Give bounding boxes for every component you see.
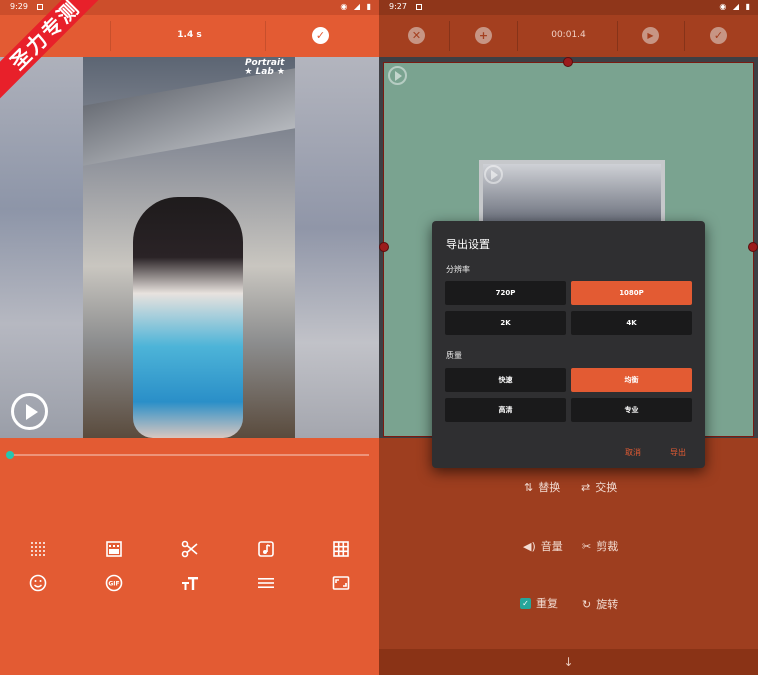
blurred-background-left <box>0 57 83 438</box>
repeat-label: 重复 <box>536 597 558 610</box>
svg-text:GIF: GIF <box>108 581 119 588</box>
clip-controls: ⇅ 替换 ⇄ 交换 ◀) 音量 ✂ 剪裁 ✓ 重复 ↻ 旋转 <box>379 438 758 649</box>
resolution-4k[interactable]: 4K <box>571 311 692 335</box>
music-note-icon[interactable] <box>256 539 276 559</box>
quality-label: 质量 <box>446 351 462 360</box>
confirm-check-icon[interactable]: ✓ <box>312 27 329 44</box>
gradient-icon[interactable] <box>104 539 124 559</box>
tools-area: GIF <box>0 438 379 675</box>
seek-thumb[interactable] <box>6 451 14 459</box>
grid-icon[interactable] <box>331 539 351 559</box>
notification-icon <box>416 4 422 10</box>
play-icon[interactable] <box>484 165 503 184</box>
text-size-icon[interactable] <box>180 573 200 593</box>
rotate-label: 旋转 <box>596 598 619 611</box>
repeat-toggle[interactable]: ✓ 重复 <box>520 595 558 611</box>
status-time: 9:29 <box>10 2 28 11</box>
top-toolbar: ✕ + 00:01.4 ▶ ✓ <box>379 15 758 57</box>
emoji-icon[interactable] <box>28 573 48 593</box>
swap-label: 交换 <box>595 481 618 494</box>
aspect-ratio-icon[interactable] <box>331 573 351 593</box>
resolution-720p[interactable]: 720P <box>445 281 566 305</box>
cancel-button[interactable]: 取消 <box>625 447 641 458</box>
status-bar: 9:27 ◉ ◢ ▮ <box>379 0 758 15</box>
play-icon[interactable] <box>11 393 48 430</box>
replace-button[interactable]: ⇅ 替换 <box>524 479 560 495</box>
resolution-label: 分辨率 <box>446 265 470 274</box>
volume-icon: ◀) <box>523 539 536 553</box>
seek-track[interactable] <box>10 454 369 456</box>
replace-icon: ⇅ <box>524 480 534 494</box>
swap-icon: ⇄ <box>581 480 591 494</box>
play-icon[interactable] <box>388 66 407 85</box>
resolution-2k[interactable]: 2K <box>445 311 566 335</box>
watermark-line2: ★ Lab ★ <box>244 67 285 77</box>
replace-label: 替换 <box>538 481 561 494</box>
checkbox-checked-icon[interactable]: ✓ <box>520 597 531 609</box>
crop-label: 剪裁 <box>596 540 619 553</box>
play-icon[interactable]: ▶ <box>642 27 659 44</box>
scissors-icon[interactable] <box>180 539 200 559</box>
resize-handle-left[interactable] <box>379 242 389 252</box>
status-icons: ◉ ◢ ▮ <box>340 2 373 11</box>
chevron-down-icon[interactable]: ↓ <box>563 655 573 669</box>
rotate-button[interactable]: ↻ 旋转 <box>582 596 618 612</box>
dots-grid-icon[interactable] <box>28 539 48 559</box>
resize-handle-top[interactable] <box>563 57 573 67</box>
crop-icon: ✂ <box>582 539 592 553</box>
quality-fast[interactable]: 快速 <box>445 368 566 392</box>
blurred-background-right <box>295 57 379 438</box>
editor-left-panel: 圣力专测 9:29 ◉ ◢ ▮ 1.4 s ✓ Portrait ★ Lab ★ <box>0 0 379 675</box>
gif-icon[interactable]: GIF <box>104 573 124 593</box>
playback-time: 00:01.4 <box>551 30 586 40</box>
export-settings-dialog: 导出设置 分辨率 720P 1080P 2K 4K 质量 快速 均衡 高清 专业… <box>432 221 705 468</box>
video-preview[interactable]: Portrait ★ Lab ★ <box>0 57 379 438</box>
notification-icon <box>37 4 43 10</box>
quality-balanced[interactable]: 均衡 <box>571 368 692 392</box>
confirm-check-icon[interactable]: ✓ <box>710 27 727 44</box>
status-time: 9:27 <box>389 2 407 11</box>
preview-photo: Portrait ★ Lab ★ <box>83 57 295 438</box>
lines-icon[interactable] <box>256 573 276 593</box>
rotate-icon: ↻ <box>582 597 592 611</box>
swap-button[interactable]: ⇄ 交换 <box>581 479 617 495</box>
quality-hd[interactable]: 高清 <box>445 398 566 422</box>
portrait-lab-watermark: Portrait ★ Lab ★ <box>244 59 285 77</box>
photo-subject <box>133 197 243 438</box>
photo-shelter-roof <box>83 68 295 166</box>
volume-label: 音量 <box>540 540 563 553</box>
status-icons: ◉ ◢ ▮ <box>719 2 752 11</box>
collapse-bar[interactable]: ↓ <box>379 649 758 675</box>
editor-right-panel: 9:27 ◉ ◢ ▮ ✕ + 00:01.4 ▶ ✓ ⇅ 替换 ⇄ 交换 ◀) … <box>379 0 758 675</box>
resize-handle-right[interactable] <box>748 242 758 252</box>
quality-pro[interactable]: 专业 <box>571 398 692 422</box>
resolution-1080p[interactable]: 1080P <box>571 281 692 305</box>
crop-button[interactable]: ✂ 剪裁 <box>582 538 618 554</box>
export-button[interactable]: 导出 <box>670 447 686 458</box>
volume-button[interactable]: ◀) 音量 <box>523 538 563 554</box>
dialog-title: 导出设置 <box>446 238 490 251</box>
